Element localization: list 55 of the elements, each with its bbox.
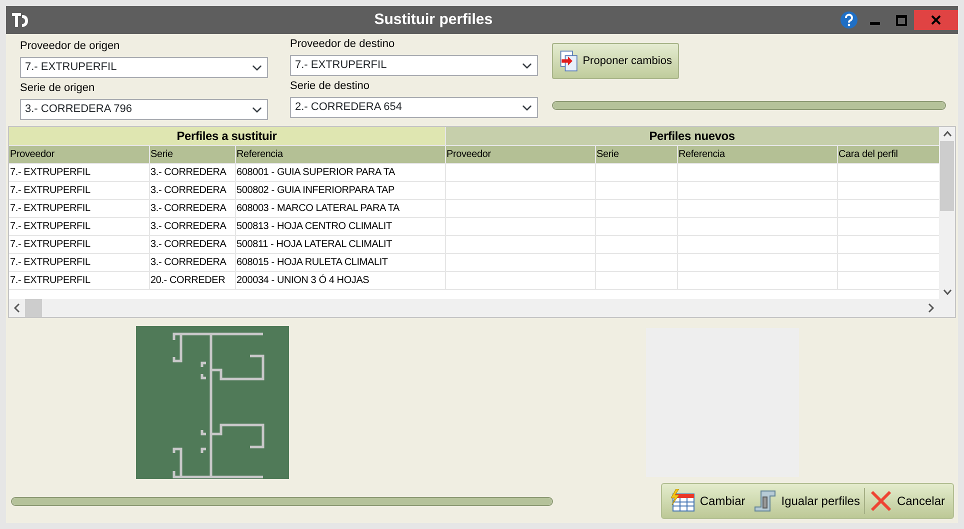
- column-header[interactable]: Referencia: [677, 146, 838, 164]
- table-cell: 7.- EXTRUPERFIL: [9, 164, 149, 182]
- table-cell: 7.- EXTRUPERFIL: [9, 254, 149, 272]
- close-button[interactable]: [914, 10, 958, 30]
- table-cell: 3.- CORREDERA: [149, 182, 235, 200]
- table-cell: 7.- EXTRUPERFIL: [9, 182, 149, 200]
- cancel-icon: [868, 489, 893, 513]
- table-cell: 3.- CORREDERA: [149, 200, 235, 218]
- table-cell: 3.- CORREDERA: [149, 164, 235, 182]
- table-cell: 500811 - HOJA LATERAL CLIMALIT: [235, 236, 446, 254]
- table-cell: 3.- CORREDERA: [149, 254, 235, 272]
- table-cell: 3.- CORREDERA: [149, 218, 235, 236]
- propose-changes-button[interactable]: Proponer cambios: [552, 43, 679, 79]
- group-header: Perfiles nuevos: [445, 127, 940, 146]
- horizontal-scrollbar[interactable]: [9, 299, 955, 317]
- document-arrow-icon: [559, 49, 579, 73]
- vertical-scrollbar[interactable]: [939, 127, 955, 299]
- profile-section-icon: [753, 489, 778, 513]
- cancel-button[interactable]: Cancelar: [864, 486, 949, 516]
- field-label: Serie de origen: [20, 82, 96, 95]
- maximize-icon: [896, 14, 906, 26]
- table-cell: 7.- EXTRUPERFIL: [9, 200, 149, 218]
- dropdown-field[interactable]: 7.- EXTRUPERFIL: [20, 57, 268, 78]
- table-cell: 500813 - HOJA CENTRO CLIMALIT: [235, 218, 446, 236]
- minimize-icon: [870, 22, 880, 25]
- field-label: Serie de destino: [290, 80, 370, 93]
- scrollbar-thumb[interactable]: [940, 141, 954, 211]
- table-cell: 200034 - UNION 3 Ó 4 HOJAS: [235, 272, 446, 290]
- column-header[interactable]: Proveedor: [9, 146, 149, 164]
- dropdown-field[interactable]: 3.- CORREDERA 796: [20, 99, 268, 120]
- field-label: Proveedor de origen: [20, 40, 121, 53]
- close-icon: [931, 15, 941, 25]
- table-lightning-icon: [670, 489, 696, 513]
- dropdown-field[interactable]: 7.- EXTRUPERFIL: [290, 55, 538, 76]
- group-header: Perfiles a sustituir: [9, 127, 446, 146]
- table-cell: 20.- CORREDER: [149, 272, 235, 290]
- column-header[interactable]: Proveedor: [445, 146, 596, 164]
- table-cell: 608003 - MARCO LATERAL PARA TA: [235, 200, 446, 218]
- table-cell: 7.- EXTRUPERFIL: [9, 272, 149, 290]
- table-cell: 500802 - GUIA INFERIORPARA TAP: [235, 182, 446, 200]
- change-button[interactable]: Cambiar: [666, 486, 750, 516]
- table-cell: 608015 - HOJA RULETA CLIMALIT: [235, 254, 446, 272]
- column-header[interactable]: Referencia: [235, 146, 446, 164]
- dropdown-field[interactable]: 2.- CORREDERA 654: [290, 97, 538, 118]
- scrollbar-thumb[interactable]: [25, 299, 42, 317]
- table-cell: 7.- EXTRUPERFIL: [9, 218, 149, 236]
- table-cell: 608001 - GUIA SUPERIOR PARA TA: [235, 164, 446, 182]
- column-header[interactable]: Serie: [595, 146, 678, 164]
- window-title: Sustituir perfiles: [373, 10, 494, 30]
- table-cell: 3.- CORREDERA: [149, 236, 235, 254]
- column-header[interactable]: Serie: [149, 146, 235, 164]
- column-header[interactable]: Cara del perfil: [837, 146, 940, 164]
- field-label: Proveedor de destino: [290, 38, 396, 51]
- table-cell: 7.- EXTRUPERFIL: [9, 236, 149, 254]
- match-profiles-button[interactable]: Igualar perfiles: [749, 486, 864, 516]
